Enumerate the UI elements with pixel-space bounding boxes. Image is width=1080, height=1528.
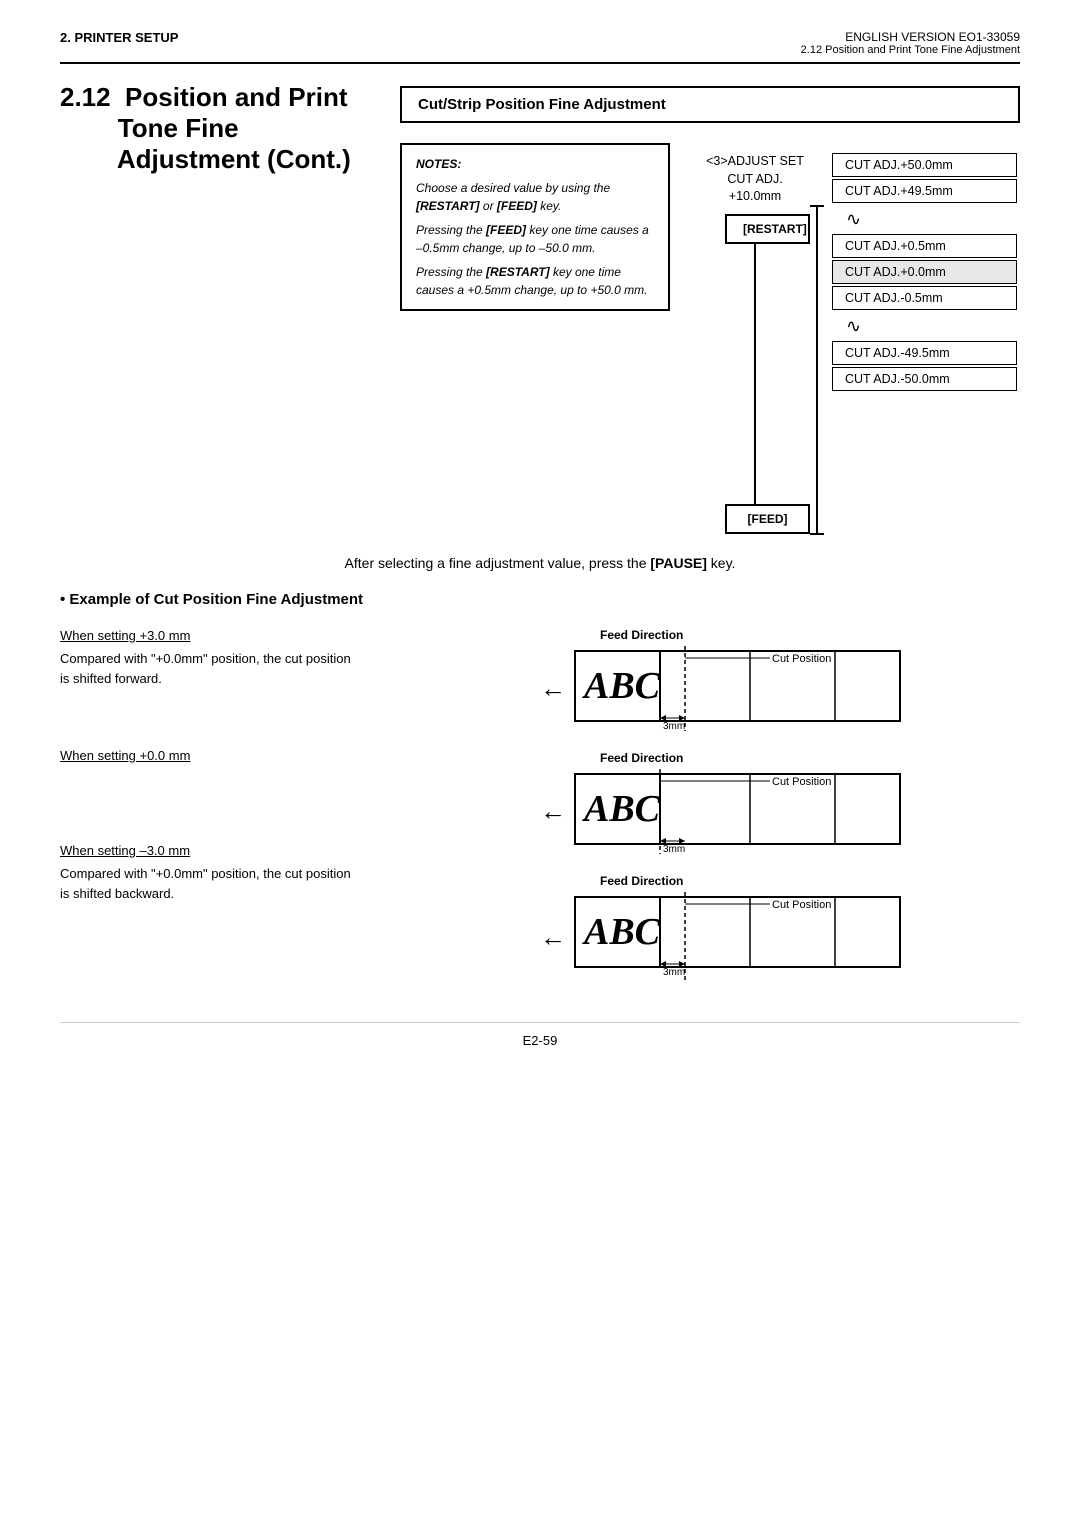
header-section: 2.12 Position and Print Tone Fine Adjust… [801,44,1020,56]
example-setting-1: When setting +3.0 mm [60,628,520,643]
example-block-1: When setting +3.0 mm Compared with "+0.0… [60,628,520,688]
examples-right: Feed Direction ← ABC [540,628,1020,982]
feed-arrow-2: ← [540,796,566,827]
menu-item-6: CUT ADJ.-49.5mm [832,341,1017,365]
cut-strip-box: Cut/Strip Position Fine Adjustment [400,86,1020,123]
menu-header: <3>ADJUST SET CUT ADJ. +10.0mm [700,153,810,206]
footer: E2-59 [60,1022,1020,1048]
menu-item-4: CUT ADJ.+0.0mm [832,260,1017,284]
svg-text:3mm: 3mm [663,844,685,854]
feed-arrow-1: ← [540,673,566,704]
feed-dir-label-3: Feed Direction [600,874,683,888]
page-title: 2.12 Position and Print Tone Fine Adjust… [60,82,370,535]
example-section: • Example of Cut Position Fine Adjustmen… [60,591,1020,982]
svg-text:Cut Position: Cut Position [772,653,831,665]
svg-text:3mm: 3mm [663,721,685,731]
svg-text:ABC: ABC [582,911,661,953]
example-block-3: When setting –3.0 mm Compared with "+0.0… [60,843,520,903]
menu-item-7: CUT ADJ.-50.0mm [832,367,1017,391]
header-left: 2. PRINTER SETUP [60,30,178,45]
feed-row-2: Feed Direction [600,751,1020,765]
header-right: ENGLISH VERSION EO1-33059 2.12 Position … [801,30,1020,56]
example-block-2: When setting +0.0 mm [60,748,520,763]
header-version: ENGLISH VERSION EO1-33059 [801,30,1020,44]
example-heading: • Example of Cut Position Fine Adjustmen… [60,591,1020,608]
feed-arrow-3: ← [540,922,566,953]
menu-item-2: CUT ADJ.+49.5mm [832,179,1017,203]
after-text: After selecting a fine adjustment value,… [60,555,1020,571]
examples-row: When setting +3.0 mm Compared with "+0.0… [60,628,1020,982]
svg-text:ABC: ABC [582,788,661,830]
notes-content: Choose a desired value by using the [RES… [416,179,654,299]
notes-box: NOTES: Choose a desired value by using t… [400,143,670,311]
menu-item-5: CUT ADJ.-0.5mm [832,286,1017,310]
example-desc-1: Compared with "+0.0mm" position, the cut… [60,649,520,688]
svg-text:Cut Position: Cut Position [772,776,831,788]
feed-row-1: Feed Direction [600,628,1020,642]
svg-text:ABC: ABC [582,665,661,707]
title-section: 2.12 Position and Print Tone Fine Adjust… [60,82,1020,535]
example-desc-3: Compared with "+0.0mm" position, the cut… [60,864,520,903]
notes-title: NOTES: [416,155,654,173]
example-setting-2: When setting +0.0 mm [60,748,520,763]
feed-dir-label-2: Feed Direction [600,751,683,765]
label-svg-2: ABC Cut Position 3mm [570,769,910,854]
page-number: E2-59 [523,1033,558,1048]
examples-left: When setting +3.0 mm Compared with "+0.0… [60,628,520,982]
feed-key: [FEED] [725,504,810,534]
label-svg-1: ABC Cut Position [570,646,910,731]
feed-row-3: Feed Direction [600,874,1020,888]
diagram-unit-3: Feed Direction ← ABC [540,874,1020,982]
svg-text:3mm: 3mm [663,967,685,978]
menu-item-3: CUT ADJ.+0.5mm [832,234,1017,258]
restart-key: [RESTART] [725,214,810,244]
page: 2. PRINTER SETUP ENGLISH VERSION EO1-330… [0,0,1080,1528]
diagram-unit-1: Feed Direction ← ABC [540,628,1020,731]
menu-item-1: CUT ADJ.+50.0mm [832,153,1017,177]
feed-dir-label-1: Feed Direction [600,628,683,642]
example-setting-3: When setting –3.0 mm [60,843,520,858]
diagram-unit-2: Feed Direction ← ABC [540,751,1020,854]
squiggle-2: ∿ [846,316,1017,337]
menu-list: CUT ADJ.+50.0mm CUT ADJ.+49.5mm ∿ CUT AD… [832,153,1017,393]
squiggle-1: ∿ [846,209,1017,230]
header: 2. PRINTER SETUP ENGLISH VERSION EO1-330… [60,30,1020,64]
svg-text:Cut Position: Cut Position [772,899,831,911]
label-svg-3: ABC Cut Position [570,892,910,982]
